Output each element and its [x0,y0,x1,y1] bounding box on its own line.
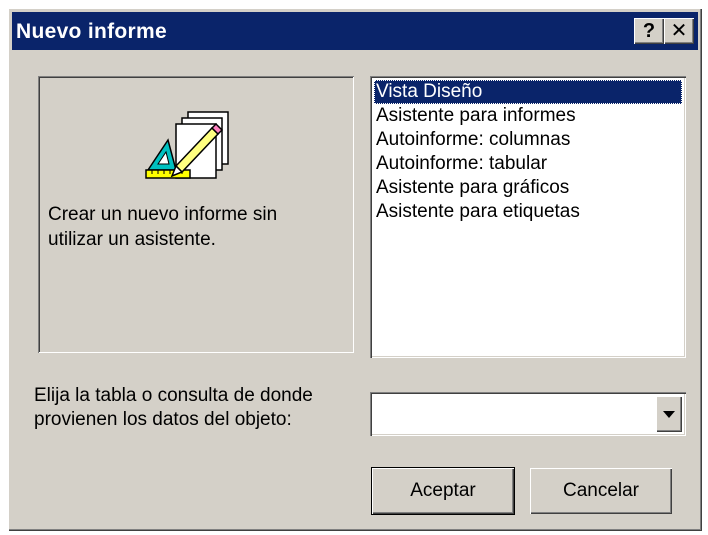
dropdown-button[interactable] [656,396,682,432]
list-item-autoinforme-tabular[interactable]: Autoinforme: tabular [374,152,682,176]
list-item-autoinforme-columnas[interactable]: Autoinforme: columnas [374,128,682,152]
title-bar[interactable]: Nuevo informe ? ✕ [12,12,698,50]
close-button[interactable]: ✕ [664,18,694,44]
help-button[interactable]: ? [634,18,664,44]
chevron-down-icon [663,411,675,418]
list-item-asistente-graficos[interactable]: Asistente para gráficos [374,176,682,200]
list-item-asistente-etiquetas[interactable]: Asistente para etiquetas [374,200,682,224]
report-design-icon [140,106,240,186]
ok-button[interactable]: Aceptar [371,467,515,515]
cancel-button[interactable]: Cancelar [530,468,672,514]
source-combobox[interactable] [370,392,686,436]
window-title: Nuevo informe [16,20,167,43]
list-item-asistente-informes[interactable]: Asistente para informes [374,104,682,128]
source-label: Elija la tabla o consulta de donde provi… [34,385,313,430]
preview-description: Crear un nuevo informe sin utilizar un a… [48,204,278,250]
new-report-dialog: Nuevo informe ? ✕ Crear un nuevo informe… [8,8,702,531]
list-item-vista-diseno[interactable]: Vista Diseño [374,80,682,104]
report-type-list[interactable]: Vista Diseño Asistente para informes Aut… [370,76,686,358]
preview-panel: Crear un nuevo informe sin utilizar un a… [38,76,354,353]
